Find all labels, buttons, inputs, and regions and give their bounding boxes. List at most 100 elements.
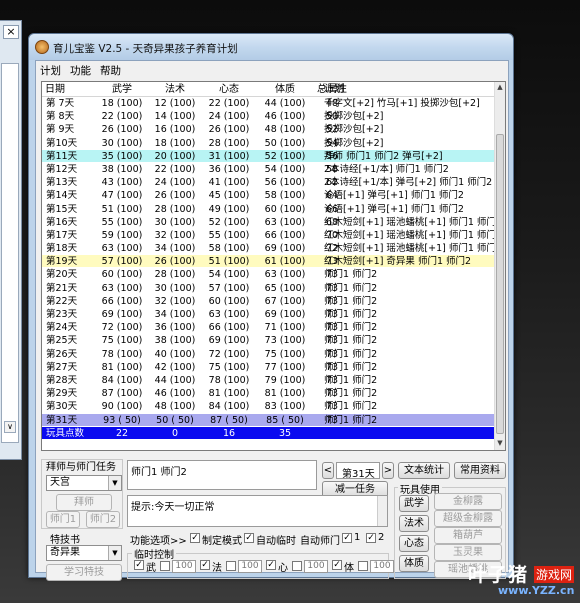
table-cell-fs: 26 (100) xyxy=(154,190,196,202)
table-cell-plan: 红木短剑[+1] 瑶池蟠桃[+1] 师门1 师门2 xyxy=(324,229,494,241)
toy-button[interactable]: 金柳露 xyxy=(434,493,502,510)
table-row[interactable]: 第11天 35 (100) 20 (100) 31 (100) 52 (100) 56 拜师… xyxy=(42,149,497,163)
table-row[interactable]: 第 7天 18 (100) 12 (100) 22 (100) 44 (100) 48 千字… xyxy=(42,97,497,111)
temp-label: 法 xyxy=(212,563,222,574)
table-row[interactable]: 第 9天 26 (100) 16 (100) 26 (100) 48 (100) 52 投掷… xyxy=(42,123,497,137)
master-select[interactable]: 天宫 ▼ xyxy=(46,475,122,491)
temp-label: 武 xyxy=(146,563,156,574)
toy-button[interactable]: 箱葫芦 xyxy=(434,527,502,544)
table-row[interactable]: 第14天 47 (100) 26 (100) 45 (100) 58 (100) 64 论语… xyxy=(42,189,497,203)
func-options-label[interactable]: 功能选项>> xyxy=(130,532,187,547)
temp-value-input[interactable]: 100 xyxy=(304,560,328,573)
table-row[interactable]: 玩具点数 22 0 16 35 xyxy=(42,426,497,440)
table-row[interactable]: 第21天 63 (100) 30 (100) 57 (100) 65 (100) 73 师门… xyxy=(42,282,497,295)
table-row[interactable]: 第31天 93 ( 50) 50 ( 50) 87 ( 50) 85 ( 50) 73 师门… xyxy=(42,413,497,427)
table-cell-tz: 77 (100) xyxy=(264,361,306,373)
table-cell-tz: 69 (100) xyxy=(264,243,306,255)
table-row[interactable]: 第25天 75 (100) 38 (100) 69 (100) 73 (100) 73 师门… xyxy=(42,334,497,348)
attribute-button[interactable]: 法术 xyxy=(399,515,429,532)
scroll-thumb[interactable] xyxy=(496,134,504,434)
col-wuxue[interactable]: 武学 xyxy=(96,82,148,96)
attribute-button[interactable]: 武学 xyxy=(399,495,429,512)
temp-value-input[interactable]: 100 xyxy=(238,560,262,573)
col-plan[interactable]: 计划 xyxy=(324,82,494,96)
shimen2-checkbox[interactable]: ✓ xyxy=(366,533,376,543)
table-row[interactable]: 第16天 55 (100) 30 (100) 52 (100) 63 (100) 68 红木… xyxy=(42,216,497,229)
chevron-down-icon[interactable]: ▼ xyxy=(108,546,121,560)
table-cell-xt: 49 (100) xyxy=(208,203,250,215)
toy-button[interactable]: 超级金柳露 xyxy=(434,510,502,527)
table-row[interactable]: 第13天 43 (100) 24 (100) 41 (100) 56 (100) 62 2本… xyxy=(42,176,497,190)
menu-function[interactable]: 功能 xyxy=(70,63,91,78)
custom-mode-checkbox[interactable]: ✓ xyxy=(190,533,200,543)
table-row[interactable]: 第22天 66 (100) 32 (100) 60 (100) 67 (100) 73 师门… xyxy=(42,295,497,308)
temp-small-checkbox[interactable] xyxy=(358,561,368,571)
hint-scrollbar[interactable] xyxy=(377,496,387,526)
prev-day-button[interactable]: < xyxy=(322,462,334,479)
next-day-button[interactable]: > xyxy=(382,462,394,479)
table-cell-day: 第31天 xyxy=(46,414,78,426)
temp-checkbox[interactable]: ✓ xyxy=(266,560,276,570)
plan-text-box[interactable]: 师门1 师门2 xyxy=(127,460,317,490)
master-select-value: 天宫 xyxy=(50,477,70,488)
window-title: 育儿宝鉴 V2.5 - 天奇异果孩子养育计划 xyxy=(53,43,238,55)
common-data-button[interactable]: 常用资料 xyxy=(454,462,506,479)
scroll-up-icon[interactable]: ▲ xyxy=(496,83,504,93)
temp-checkbox[interactable]: ✓ xyxy=(200,560,210,570)
temp-small-checkbox[interactable] xyxy=(160,561,170,571)
menu-help[interactable]: 帮助 xyxy=(100,63,121,78)
temp-checkbox[interactable]: ✓ xyxy=(332,560,342,570)
temp-value-input[interactable]: 100 xyxy=(370,560,394,573)
col-xintai[interactable]: 心态 xyxy=(202,82,256,96)
table-cell-day: 玩具点数 xyxy=(46,427,85,439)
table-row[interactable]: 第17天 59 (100) 32 (100) 55 (100) 66 (100) 70 红木… xyxy=(42,229,497,243)
table-cell-plan: 红木短剑[+1] 奇异果 师门1 师门2 xyxy=(324,256,472,268)
table-row[interactable]: 第20天 60 (100) 28 (100) 54 (100) 63 (100) 73 师门… xyxy=(42,268,497,282)
chevron-down-icon[interactable]: ∨ xyxy=(4,421,16,433)
table-row[interactable]: 第 8天 22 (100) 14 (100) 24 (100) 46 (100) 50 投掷… xyxy=(42,110,497,124)
table-cell-xt: 58 (100) xyxy=(208,243,250,255)
table-row[interactable]: 第27天 81 (100) 42 (100) 75 (100) 77 (100) 73 师门… xyxy=(42,361,497,374)
title-bar[interactable]: 育儿宝鉴 V2.5 - 天奇异果孩子养育计划 xyxy=(29,34,513,60)
table-row[interactable]: 第15天 51 (100) 28 (100) 49 (100) 60 (100) 66 论语… xyxy=(42,203,497,216)
attribute-button[interactable]: 心态 xyxy=(399,535,429,552)
bai-shi-button[interactable]: 拜师 xyxy=(56,494,112,511)
toy-button[interactable]: 玉灵果 xyxy=(434,544,502,561)
table-row[interactable]: 第23天 69 (100) 34 (100) 63 (100) 69 (100) 73 师门… xyxy=(42,308,497,322)
temp-value-input[interactable]: 100 xyxy=(172,560,196,573)
table-row[interactable]: 第29天 87 (100) 46 (100) 81 (100) 81 (100) 73 师门… xyxy=(42,387,497,401)
table-row[interactable]: 第30天 90 (100) 48 (100) 84 (100) 83 (100) 73 师门… xyxy=(42,400,497,414)
table-cell-plan: 投掷沙包[+2] xyxy=(324,137,384,149)
shimen1-button[interactable]: 师门1 xyxy=(46,511,80,528)
scroll-down-icon[interactable]: ▼ xyxy=(496,439,504,449)
col-date[interactable]: 日期 xyxy=(45,82,93,96)
table-cell-wx: 38 (100) xyxy=(101,163,143,175)
chevron-down-icon[interactable]: ▼ xyxy=(108,476,121,490)
col-tizhi[interactable]: 体质 xyxy=(258,82,312,96)
menu-plan[interactable]: 计划 xyxy=(40,63,61,78)
table-cell-xt: 31 (100) xyxy=(208,150,250,162)
table-row[interactable]: 第24天 72 (100) 36 (100) 66 (100) 71 (100) 73 师门… xyxy=(42,321,497,335)
temp-checkbox[interactable]: ✓ xyxy=(134,560,144,570)
skillbook-select[interactable]: 奇异果 ▼ xyxy=(46,545,122,561)
temp-small-checkbox[interactable] xyxy=(226,561,236,571)
table-row[interactable]: 第28天 84 (100) 44 (100) 78 (100) 79 (100) 73 师门… xyxy=(42,374,497,388)
attribute-button[interactable]: 体质 xyxy=(399,555,429,572)
table-cell-fs: 14 (100) xyxy=(154,111,196,123)
auto-temp-checkbox[interactable]: ✓ xyxy=(244,533,254,543)
col-fashu[interactable]: 法术 xyxy=(150,82,200,96)
table-row[interactable]: 第18天 63 (100) 34 (100) 58 (100) 69 (100) 72 红木… xyxy=(42,242,497,256)
learn-skill-button[interactable]: 学习特技 xyxy=(46,564,122,581)
close-icon[interactable]: × xyxy=(3,25,19,39)
shimen1-checkbox[interactable]: ✓ xyxy=(342,533,352,543)
table-row[interactable]: 第26天 78 (100) 40 (100) 72 (100) 75 (100) 73 师门… xyxy=(42,348,497,361)
table-row[interactable]: 第10天 30 (100) 18 (100) 28 (100) 50 (100) 54 投掷… xyxy=(42,137,497,150)
table-row[interactable]: 第12天 38 (100) 22 (100) 36 (100) 54 (100) 58 2本… xyxy=(42,163,497,177)
shimen2-button[interactable]: 师门2 xyxy=(86,511,120,528)
text-stats-button[interactable]: 文本统计 xyxy=(398,462,450,479)
temp-small-checkbox[interactable] xyxy=(292,561,302,571)
table-row[interactable]: 第19天 57 (100) 26 (100) 51 (100) 61 (100) 73 红木… xyxy=(42,255,497,269)
vertical-scrollbar[interactable]: ▲ ▼ xyxy=(494,82,505,450)
table-cell-fs: 24 (100) xyxy=(154,177,196,189)
table-cell-day: 第16天 xyxy=(46,216,78,228)
